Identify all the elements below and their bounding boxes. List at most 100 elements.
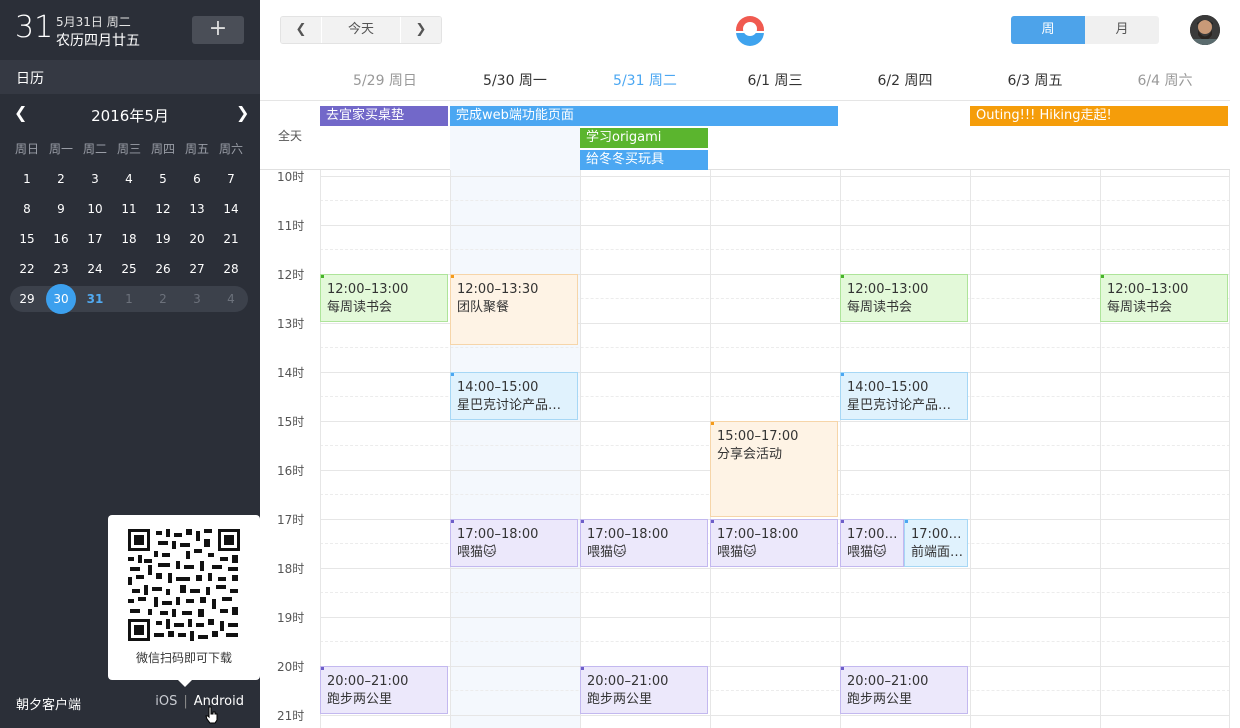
- event-block[interactable]: 12:00–13:30 团队聚餐: [450, 274, 578, 345]
- hour-label: 15时: [277, 415, 305, 429]
- today-button[interactable]: 今天: [321, 17, 401, 43]
- event-block[interactable]: 14:00–15:00 星巴克讨论产品…: [450, 372, 578, 420]
- event-block[interactable]: 12:00–13:00 每周读书会: [320, 274, 448, 322]
- mini-day[interactable]: 7: [214, 164, 248, 194]
- current-day-number: 31: [15, 10, 54, 45]
- event-block[interactable]: 20:00–21:00 跑步两公里: [320, 666, 448, 714]
- mini-day[interactable]: 18: [112, 224, 146, 254]
- mini-day[interactable]: 22: [10, 254, 44, 284]
- mini-day[interactable]: 26: [146, 254, 180, 284]
- event-title: 团队聚餐: [457, 300, 510, 315]
- add-event-button[interactable]: +: [192, 16, 244, 44]
- day-header[interactable]: 5/30 周一: [450, 70, 580, 92]
- mini-day[interactable]: 29: [10, 286, 44, 312]
- next-week-button[interactable]: ❯: [401, 17, 441, 43]
- day-header[interactable]: 6/4 周六: [1100, 70, 1230, 92]
- event-block[interactable]: 17:00… 前端面…: [904, 519, 968, 567]
- mini-day[interactable]: 6: [180, 164, 214, 194]
- mini-day[interactable]: 21: [214, 224, 248, 254]
- day-header[interactable]: 5/29 周日: [320, 70, 450, 92]
- event-time: 12:00–13:30: [457, 282, 539, 297]
- mini-day[interactable]: 3: [180, 286, 214, 312]
- mini-day[interactable]: 1: [10, 164, 44, 194]
- all-day-event[interactable]: 去宜家买桌垫: [320, 106, 448, 126]
- avatar[interactable]: [1190, 15, 1220, 45]
- event-time: 12:00–13:00: [327, 282, 409, 297]
- day-header[interactable]: 6/3 周五: [970, 70, 1100, 92]
- all-day-event[interactable]: 学习origami: [580, 128, 708, 148]
- day-header-today[interactable]: 5/31 周二: [580, 70, 710, 92]
- prev-week-button[interactable]: ❮: [281, 17, 321, 43]
- all-day-section: 全天 去宜家买桌垫 完成web端功能页面 学习origami 给冬冬买玩具 Ou…: [260, 100, 1230, 170]
- event-time: 20:00–21:00: [587, 674, 669, 689]
- mini-day[interactable]: 27: [180, 254, 214, 284]
- event-block[interactable]: 17:00–18:00 喂猫🐱: [450, 519, 578, 567]
- mini-day[interactable]: 8: [10, 194, 44, 224]
- event-block[interactable]: 12:00–13:00 每周读书会: [840, 274, 968, 322]
- mini-day-today[interactable]: 31: [78, 286, 112, 312]
- event-time: 17:00–18:00: [457, 527, 539, 542]
- mini-day[interactable]: 28: [214, 254, 248, 284]
- all-day-event[interactable]: Outing!!! Hiking走起!: [970, 106, 1228, 126]
- day-divider: [1100, 170, 1101, 728]
- event-block[interactable]: 20:00–21:00 跑步两公里: [580, 666, 708, 714]
- all-day-event[interactable]: 完成web端功能页面: [450, 106, 838, 126]
- event-block[interactable]: 17:00… 喂猫🐱: [840, 519, 904, 567]
- mini-day[interactable]: 15: [10, 224, 44, 254]
- mini-day[interactable]: 25: [112, 254, 146, 284]
- hour-label: 14时: [277, 366, 305, 380]
- mini-day[interactable]: 13: [180, 194, 214, 224]
- weekday-label: 周日: [14, 142, 39, 156]
- mini-month-title: 2016年5月: [91, 107, 169, 125]
- event-block[interactable]: 17:00–18:00 喂猫🐱: [710, 519, 838, 567]
- mini-day[interactable]: 14: [214, 194, 248, 224]
- day-divider: [840, 170, 841, 728]
- event-title: 跑步两公里: [847, 692, 913, 707]
- mini-day[interactable]: 10: [78, 194, 112, 224]
- event-block[interactable]: 15:00–17:00 分享会活动: [710, 421, 838, 517]
- mini-day[interactable]: 4: [214, 286, 248, 312]
- mini-day[interactable]: 20: [180, 224, 214, 254]
- week-view-button[interactable]: 周: [1011, 16, 1085, 44]
- calendar-section[interactable]: 日历: [0, 60, 260, 94]
- mini-day[interactable]: 2: [146, 286, 180, 312]
- hour-line: [320, 666, 1230, 667]
- mini-day[interactable]: 16: [44, 224, 78, 254]
- event-block[interactable]: 20:00–21:00 跑步两公里: [840, 666, 968, 714]
- mini-day-selected[interactable]: 30: [44, 284, 78, 314]
- mini-day[interactable]: 12: [146, 194, 180, 224]
- mini-day[interactable]: 2: [44, 164, 78, 194]
- next-month-button[interactable]: ❯: [236, 103, 249, 122]
- event-time: 12:00–13:00: [1107, 282, 1189, 297]
- all-day-event[interactable]: 给冬冬买玩具: [580, 150, 708, 170]
- mini-day[interactable]: 5: [146, 164, 180, 194]
- mini-day[interactable]: 23: [44, 254, 78, 284]
- mini-day[interactable]: 24: [78, 254, 112, 284]
- day-header[interactable]: 6/2 周四: [840, 70, 970, 92]
- day-header[interactable]: 6/1 周三: [710, 70, 840, 92]
- mini-day[interactable]: 4: [112, 164, 146, 194]
- mini-day[interactable]: 17: [78, 224, 112, 254]
- month-view-button[interactable]: 月: [1085, 16, 1159, 44]
- half-hour-line: [320, 690, 1230, 691]
- event-time: 14:00–15:00: [847, 380, 929, 395]
- half-hour-line: [320, 200, 1230, 201]
- hour-label: 18时: [277, 562, 305, 576]
- today-column-highlight: [450, 170, 580, 728]
- event-title: 每周读书会: [1107, 300, 1173, 315]
- hour-line: [320, 568, 1230, 569]
- mini-day[interactable]: 1: [112, 286, 146, 312]
- mini-day[interactable]: 9: [44, 194, 78, 224]
- event-time: 20:00–21:00: [327, 674, 409, 689]
- hour-label: 12时: [277, 268, 305, 282]
- client-download-bar: 朝夕客户端 iOS | Android: [0, 690, 260, 720]
- day-divider: [320, 170, 321, 728]
- ios-link[interactable]: iOS: [155, 694, 177, 709]
- qr-popover: 微信扫码即可下载: [108, 515, 260, 687]
- mini-day[interactable]: 19: [146, 224, 180, 254]
- event-block[interactable]: 14:00–15:00 星巴克讨论产品…: [840, 372, 968, 420]
- event-block[interactable]: 17:00–18:00 喂猫🐱: [580, 519, 708, 567]
- mini-day[interactable]: 3: [78, 164, 112, 194]
- event-block[interactable]: 12:00–13:00 每周读书会: [1100, 274, 1228, 322]
- mini-day[interactable]: 11: [112, 194, 146, 224]
